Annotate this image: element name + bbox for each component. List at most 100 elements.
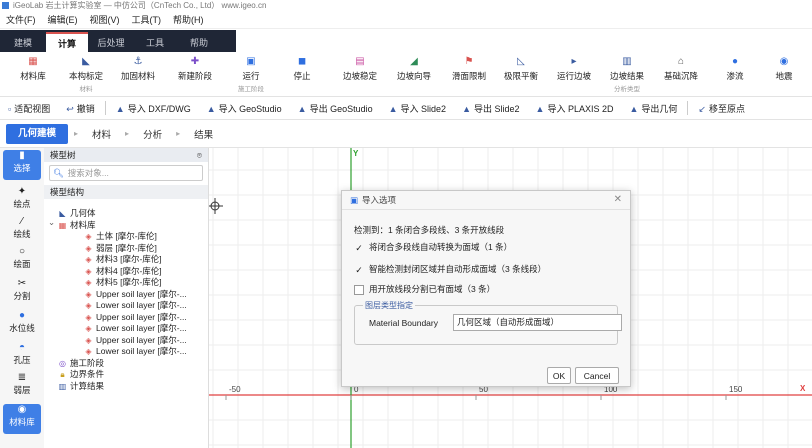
chevron-right-icon: ▸ — [74, 129, 79, 138]
toolbar-label: 导入 PLAXIS 2D — [547, 103, 614, 114]
slope-icon: ▤ — [355, 56, 365, 67]
tree-node[interactable]: ◈ 材料5 [摩尔-库伦] — [84, 276, 161, 288]
menu-file[interactable]: 文件(F) — [0, 13, 42, 26]
fit-view-button[interactable]: ▫ 适配视图 — [0, 102, 58, 115]
checkmark-icon[interactable]: ✓ — [354, 265, 364, 275]
run-slope-icon: ▸ — [571, 56, 577, 67]
option-convert-closed[interactable]: ✓ 将闭合多段线自动转换为面域（1 条） — [354, 241, 512, 253]
window-title: iGeoLab 岩土计算实验室 — 中仿公司（CnTech Co., Ltd） … — [13, 1, 267, 10]
checkmark-icon[interactable]: ✓ — [354, 243, 364, 253]
menu-tools[interactable]: 工具(T) — [126, 13, 168, 26]
tree-node[interactable]: ◈ Upper soil layer [摩尔-... — [84, 288, 187, 300]
ribbon-label: 加固材料 — [120, 71, 155, 81]
menu-edit[interactable]: 编辑(E) — [42, 13, 84, 26]
ribbon-reinforcement-button[interactable]: ⚓ 加固材料 — [107, 56, 169, 82]
run-icon: ▣ — [246, 56, 256, 67]
tree-node-label: Lower soil layer [摩尔-... — [96, 300, 187, 310]
tree-node[interactable]: ◣ 几何体 — [58, 207, 95, 219]
tree-node-label: 计算结果 — [70, 380, 105, 391]
tree-node[interactable]: ◈ Lower soil layer [摩尔-... — [84, 299, 187, 311]
ribbon-label: 运行 — [242, 71, 260, 81]
tree-node-label: Upper soil layer [摩尔-... — [96, 334, 187, 345]
tool-label: 弱层 — [13, 385, 31, 395]
import-slide2-button[interactable]: ▲ 导入 Slide2 — [381, 102, 454, 115]
export-slide2-button[interactable]: ▲ 导出 Slide2 — [454, 102, 527, 115]
pin-icon[interactable]: ⌾ — [197, 150, 202, 161]
tool-weak-layer[interactable]: ≣ 弱层 — [3, 372, 41, 402]
import-dxf-button[interactable]: ▲ 导入 DXF/DWG — [108, 102, 199, 115]
toolbar-label: 导出 GeoStudio — [309, 103, 373, 114]
ribbon-stop-button[interactable]: ◼ 停止 — [271, 56, 333, 82]
step-material[interactable]: 材料 — [84, 127, 119, 141]
menu-help[interactable]: 帮助(H) — [167, 13, 210, 26]
result-icon: ▥ — [622, 56, 632, 67]
tree-node[interactable]: ◈ Lower soil layer [摩尔-... — [84, 345, 186, 357]
tab-help[interactable]: 帮助 — [178, 32, 220, 52]
tree-node[interactable]: ◎ 施工阶段 — [58, 357, 104, 369]
chevron-down-icon[interactable]: ⌄ — [48, 217, 55, 228]
tab-tools[interactable]: 工具 — [134, 32, 176, 52]
tree-node[interactable]: ◈ 弱层 [摩尔-库伦] — [84, 242, 157, 254]
tree-node-label: 施工阶段 — [70, 357, 105, 368]
model-tree-header: 模型树 ⌾ — [44, 148, 208, 162]
tool-material-library[interactable]: ◉ 材料库 — [3, 404, 41, 434]
tree-search-input[interactable]: 🔍︎ 搜索对象... — [49, 165, 203, 181]
ribbon-foundation-settlement-button[interactable]: ⌂ 基础沉降 — [650, 56, 712, 82]
tree-node[interactable]: ◈ 材料4 [摩尔-库伦] — [84, 265, 162, 277]
tool-draw-point[interactable]: ✦ 绘点 — [3, 186, 41, 216]
step-analysis[interactable]: 分析 — [135, 127, 170, 141]
step-results[interactable]: 结果 — [186, 127, 221, 141]
import-options-dialog: ▣ 导入选项 ✕ 检测到：1 条闭合多段线、3 条开放线段 ✓ 将闭合多段线自动转… — [341, 190, 631, 387]
layer-type-select[interactable]: 几何区域（自动形成面域） — [453, 314, 622, 331]
tree-node-label: 材料4 [摩尔-库伦] — [96, 265, 162, 276]
toolbar-label: 导入 DXF/DWG — [127, 103, 191, 114]
pressure-icon: ◓ — [18, 342, 26, 353]
cancel-button[interactable]: Cancel — [575, 367, 619, 384]
export-geostudio-button[interactable]: ▲ 导出 GeoStudio — [290, 102, 381, 115]
ribbon-slope-results-button[interactable]: ▥ 边坡结果 分析类型 — [596, 56, 658, 93]
tab-compute[interactable]: 计算 — [46, 32, 88, 52]
ribbon-slope-wizard-button[interactable]: ◢ 边坡向导 — [383, 56, 445, 82]
menu-view[interactable]: 视图(V) — [84, 13, 126, 26]
tree-node[interactable]: ◈ Lower soil layer [摩尔-... — [84, 322, 186, 334]
reinforce-icon: ⚓ — [133, 56, 143, 67]
ribbon-label: 新建阶段 — [177, 71, 212, 81]
close-icon[interactable]: ✕ — [614, 194, 622, 205]
tool-draw-line[interactable]: ⁄ 绘线 — [3, 216, 41, 246]
tool-draw-polygon[interactable]: ○ 绘面 — [3, 246, 41, 276]
tree-node[interactable]: ▥ 计算结果 — [58, 380, 104, 392]
tool-pore-pressure[interactable]: ◓ 孔压 — [3, 342, 41, 372]
tree-node[interactable]: ◈ 土体 [摩尔-库伦] — [84, 230, 157, 242]
ribbon-slope-stability-button[interactable]: ▤ 边坡稳定 — [329, 56, 391, 82]
tree-node[interactable]: ⌄ ▦ 材料库 — [48, 217, 96, 231]
import-geostudio-button[interactable]: ▲ 导入 GeoStudio — [199, 102, 290, 115]
result-chart-icon: ▥ — [58, 381, 67, 391]
ribbon-earthquake-button[interactable]: ◉ 地震 — [756, 56, 812, 82]
tool-split[interactable]: ✂ 分割 — [3, 278, 41, 308]
undo-button[interactable]: ↩ 撤销 — [58, 102, 103, 115]
tool-water-level[interactable]: ● 水位线 — [3, 310, 41, 340]
tab-modeling[interactable]: 建模 — [2, 32, 44, 52]
option-split-regions[interactable]: 用开放线段分割已有面域（3 条） — [354, 283, 495, 295]
export-geometry-button[interactable]: ▲ 导出几何 — [621, 102, 685, 115]
tool-select[interactable]: ▮ 选择 — [3, 150, 41, 180]
import-toolbar: ▫ 适配视图 ↩ 撤销 ▲ 导入 DXF/DWG ▲ 导入 GeoStudio ▲ 导出 … — [0, 97, 812, 120]
move-to-origin-button[interactable]: ↙ 移至原点 — [690, 102, 753, 115]
ribbon-group-label: 分析类型 — [614, 86, 640, 93]
workflow-step-bar: 几何建模 ▸ 材料 ▸ 分析 ▸ 结果 — [0, 120, 812, 148]
option-detect-closed[interactable]: ✓ 智能检测封闭区域并自动形成面域（3 条线段） — [354, 263, 546, 275]
tree-node[interactable]: ◈ Upper soil layer [摩尔-... — [84, 311, 186, 323]
tree-node[interactable]: ◈ Upper soil layer [摩尔-... — [84, 334, 187, 346]
dialog-title: 导入选项 — [362, 195, 397, 205]
tree-node[interactable]: ◈ 材料3 [摩尔-库伦] — [84, 253, 161, 265]
import-icon: ▲ — [535, 103, 545, 114]
tree-node-label: Upper soil layer [摩尔-... — [96, 288, 187, 299]
tree-node[interactable]: 🔒︎ 边界条件 — [58, 368, 104, 380]
checkbox-unchecked[interactable] — [354, 284, 364, 295]
material-item-icon: ◈ — [85, 278, 92, 287]
ok-button[interactable]: OK — [547, 367, 571, 384]
tab-postprocess[interactable]: 后处理 — [90, 32, 132, 52]
step-geometry[interactable]: 几何建模 — [6, 123, 69, 144]
import-plaxis-button[interactable]: ▲ 导入 PLAXIS 2D — [528, 102, 622, 115]
ribbon-new-stage-button[interactable]: ✚ 新建阶段 — [164, 56, 226, 82]
